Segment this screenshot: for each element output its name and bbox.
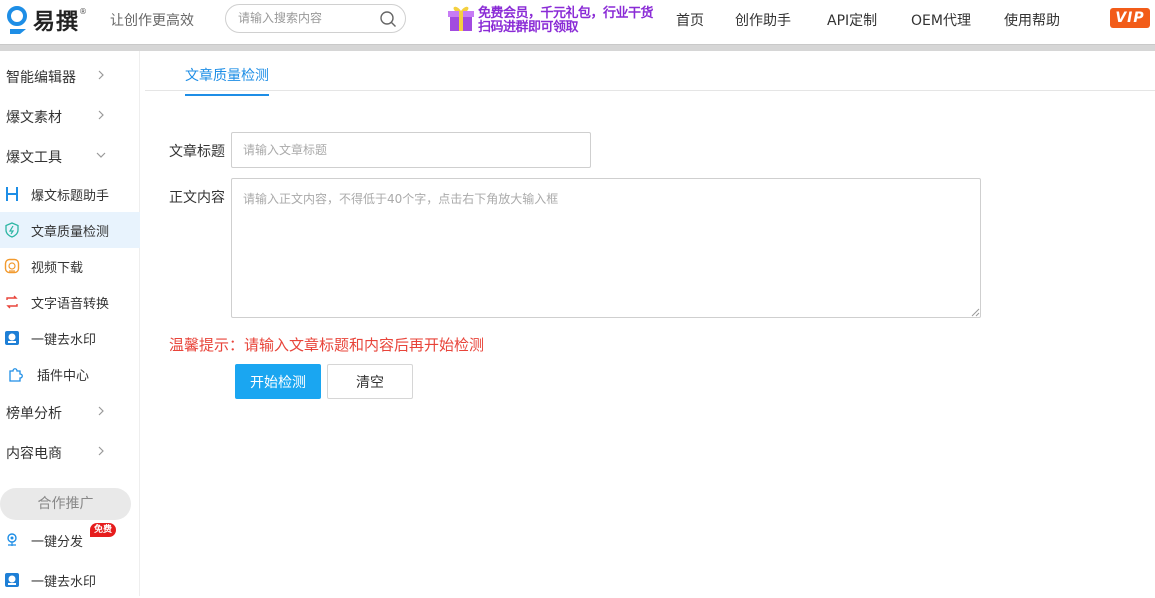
clear-button[interactable]: 清空	[327, 364, 413, 399]
nav-oem-agent[interactable]: OEM代理	[911, 10, 971, 30]
title-input[interactable]	[231, 132, 591, 168]
sidebar-item-label: 爆文标题助手	[31, 189, 110, 204]
slogan: 让创作更高效	[110, 13, 194, 29]
chevron-right-icon	[98, 406, 104, 416]
nav-home[interactable]: 首页	[676, 10, 704, 30]
nav-help[interactable]: 使用帮助	[1004, 10, 1060, 30]
logo-icon	[7, 6, 27, 34]
chevron-down-icon	[96, 152, 106, 158]
chevron-right-icon	[98, 446, 104, 456]
search-icon[interactable]	[379, 10, 397, 28]
watermark-icon	[5, 331, 19, 345]
cooperation-header[interactable]: 合作推广	[0, 488, 131, 520]
watermark-icon	[5, 573, 19, 587]
sidebar-item-label: 视频下载	[31, 261, 84, 276]
content-label: 正文内容	[169, 190, 225, 206]
sidebar-item-remove-watermark-2[interactable]: 一键去水印	[0, 562, 140, 598]
logo[interactable]: 易撰 ®	[4, 4, 87, 36]
h-letter-icon	[6, 187, 18, 201]
content-textarea[interactable]	[231, 178, 981, 318]
convert-icon	[6, 295, 18, 309]
sidebar: 智能编辑器 爆文素材 爆文工具 爆文标题助手 文章质量检测 视频下载 文字语音转…	[0, 51, 140, 596]
logo-registered-mark: ®	[79, 6, 88, 16]
sidebar-item-label: 一键去水印	[31, 575, 97, 590]
sidebar-item-quality-check[interactable]: 文章质量检测	[0, 212, 140, 248]
nav-creation-assistant[interactable]: 创作助手	[735, 10, 791, 30]
sidebar-group-label: 爆文素材	[6, 110, 62, 126]
sidebar-item-plugin-center[interactable]: 插件中心	[0, 356, 140, 392]
header-divider	[0, 44, 1155, 51]
shield-icon	[5, 222, 19, 238]
sidebar-item-label: 一键去水印	[31, 333, 97, 348]
sidebar-group-viral-material[interactable]: 爆文素材	[0, 97, 140, 137]
sidebar-group-ecommerce[interactable]: 内容电商	[0, 433, 140, 473]
sidebar-item-title-assistant[interactable]: 爆文标题助手	[0, 176, 140, 212]
sidebar-group-label: 榜单分析	[6, 406, 62, 422]
sidebar-item-text-to-speech[interactable]: 文字语音转换	[0, 284, 140, 320]
sidebar-group-ranking[interactable]: 榜单分析	[0, 393, 140, 433]
sidebar-item-label: 一键分发	[31, 535, 84, 550]
search-box	[225, 4, 406, 33]
sidebar-group-label: 智能编辑器	[6, 70, 76, 86]
tab-quality-check[interactable]: 文章质量检测	[185, 65, 269, 96]
sidebar-item-distribute[interactable]: 一键分发	[0, 522, 140, 558]
logo-text: 易撰	[33, 10, 80, 35]
tab-bar: 文章质量检测	[145, 51, 1155, 96]
sidebar-item-label: 文章质量检测	[31, 225, 110, 240]
video-download-icon	[4, 258, 20, 274]
chevron-right-icon	[98, 70, 104, 80]
sidebar-item-remove-watermark[interactable]: 一键去水印	[0, 320, 140, 356]
search-input[interactable]	[238, 11, 378, 25]
free-badge: 免费	[90, 523, 117, 537]
top-header: 易撰 ® 让创作更高效 免费会员，千元礼包，行业干货 扫码进群即可领取 首页 创…	[0, 0, 1155, 44]
sidebar-item-label: 文字语音转换	[31, 297, 110, 312]
resize-handle-icon[interactable]	[970, 307, 980, 317]
sidebar-item-video-download[interactable]: 视频下载	[0, 248, 140, 284]
title-label: 文章标题	[169, 144, 225, 160]
sidebar-group-label: 爆文工具	[6, 150, 62, 166]
puzzle-icon	[9, 368, 23, 382]
sidebar-item-label: 插件中心	[37, 369, 90, 384]
chevron-right-icon	[98, 110, 104, 120]
tip-text: 温馨提示：请输入文章标题和内容后再开始检测	[169, 336, 485, 354]
nav-api-custom[interactable]: API定制	[827, 10, 877, 30]
start-check-button[interactable]: 开始检测	[235, 364, 321, 399]
gift-icon	[448, 6, 474, 31]
sidebar-group-label: 内容电商	[6, 446, 62, 462]
sidebar-group-viral-tools[interactable]: 爆文工具	[0, 137, 140, 177]
distribute-icon	[7, 533, 17, 546]
sidebar-group-smart-editor[interactable]: 智能编辑器	[0, 57, 140, 97]
promo-line-2: 扫码进群即可领取	[478, 20, 579, 35]
vip-badge[interactable]: VIP	[1110, 8, 1150, 28]
promo-banner[interactable]: 免费会员，千元礼包，行业干货 扫码进群即可领取	[446, 1, 676, 35]
